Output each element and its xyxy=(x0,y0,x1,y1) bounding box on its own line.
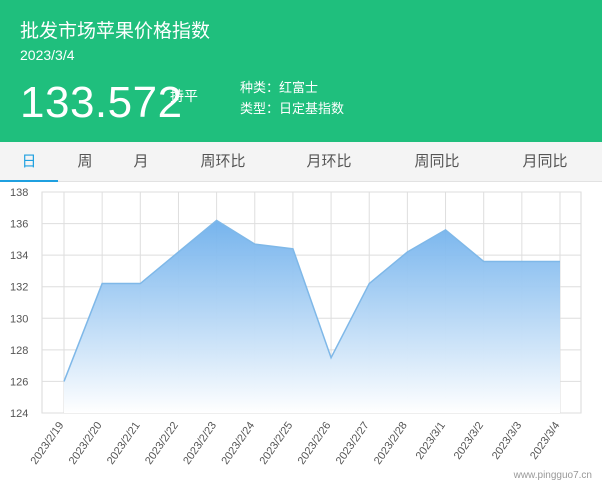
x-tick-label: 2023/3/4 xyxy=(528,420,562,462)
y-tick-label: 124 xyxy=(10,408,28,420)
tab-week-year-on-year[interactable]: 周同比 xyxy=(404,142,470,182)
index-date: 2023/3/4 xyxy=(20,47,75,63)
x-tick-label: 2023/2/20 xyxy=(67,420,105,467)
y-tick-label: 134 xyxy=(10,250,28,262)
x-tick-label: 2023/2/19 xyxy=(29,420,67,467)
index-type-label: 类型：日定基指数 xyxy=(240,101,345,116)
change-status: 持平 xyxy=(170,88,198,104)
y-axis-ticks: 124 126 128 130 132 134 136 138 xyxy=(10,187,28,420)
tab-month-year-on-year[interactable]: 月同比 xyxy=(512,142,578,182)
tab-month-on-month[interactable]: 月环比 xyxy=(296,142,362,182)
tab-month[interactable]: 月 xyxy=(124,142,158,182)
index-value: 133.572 xyxy=(20,78,183,127)
x-tick-label: 2023/2/27 xyxy=(334,420,372,467)
y-tick-label: 128 xyxy=(10,345,28,357)
tab-week-on-week[interactable]: 周环比 xyxy=(190,142,256,182)
header-banner: 批发市场苹果价格指数 2023/3/4 133.572 持平 种类：红富士 类型… xyxy=(0,0,602,142)
y-tick-label: 130 xyxy=(10,313,28,325)
watermark: www.pingguo7.cn xyxy=(513,470,592,481)
x-tick-label: 2023/3/1 xyxy=(414,420,448,462)
x-tick-label: 2023/2/24 xyxy=(219,420,257,467)
chart-area-series xyxy=(63,219,561,413)
x-tick-label: 2023/2/25 xyxy=(257,420,295,467)
x-tick-label: 2023/3/2 xyxy=(452,420,486,462)
y-tick-label: 138 xyxy=(10,187,28,199)
y-tick-label: 126 xyxy=(10,376,28,388)
x-tick-label: 2023/2/23 xyxy=(181,420,219,467)
tab-week[interactable]: 周 xyxy=(68,142,102,182)
x-tick-label: 2023/2/28 xyxy=(372,420,410,467)
y-tick-label: 132 xyxy=(10,282,28,294)
series-area-fill xyxy=(64,220,560,413)
x-axis-ticks: 2023/2/19 2023/2/20 2023/2/21 2023/2/22 2023… xyxy=(29,420,563,467)
x-tick-label: 2023/3/3 xyxy=(490,420,524,462)
y-tick-label: 136 xyxy=(10,219,28,231)
x-tick-label: 2023/2/26 xyxy=(296,420,334,467)
price-index-chart: 124126128130132134136138 2023/2/19 2023/2… xyxy=(10,187,582,467)
page-title: 批发市场苹果价格指数 xyxy=(20,21,211,42)
x-tick-label: 2023/2/22 xyxy=(143,420,181,467)
variety-label: 种类：红富士 xyxy=(240,80,319,95)
tab-day[interactable]: 日 xyxy=(0,142,58,182)
x-tick-label: 2023/2/21 xyxy=(105,420,143,467)
period-tabs: 日 周 月 周环比 月环比 周同比 月同比 xyxy=(0,142,602,182)
